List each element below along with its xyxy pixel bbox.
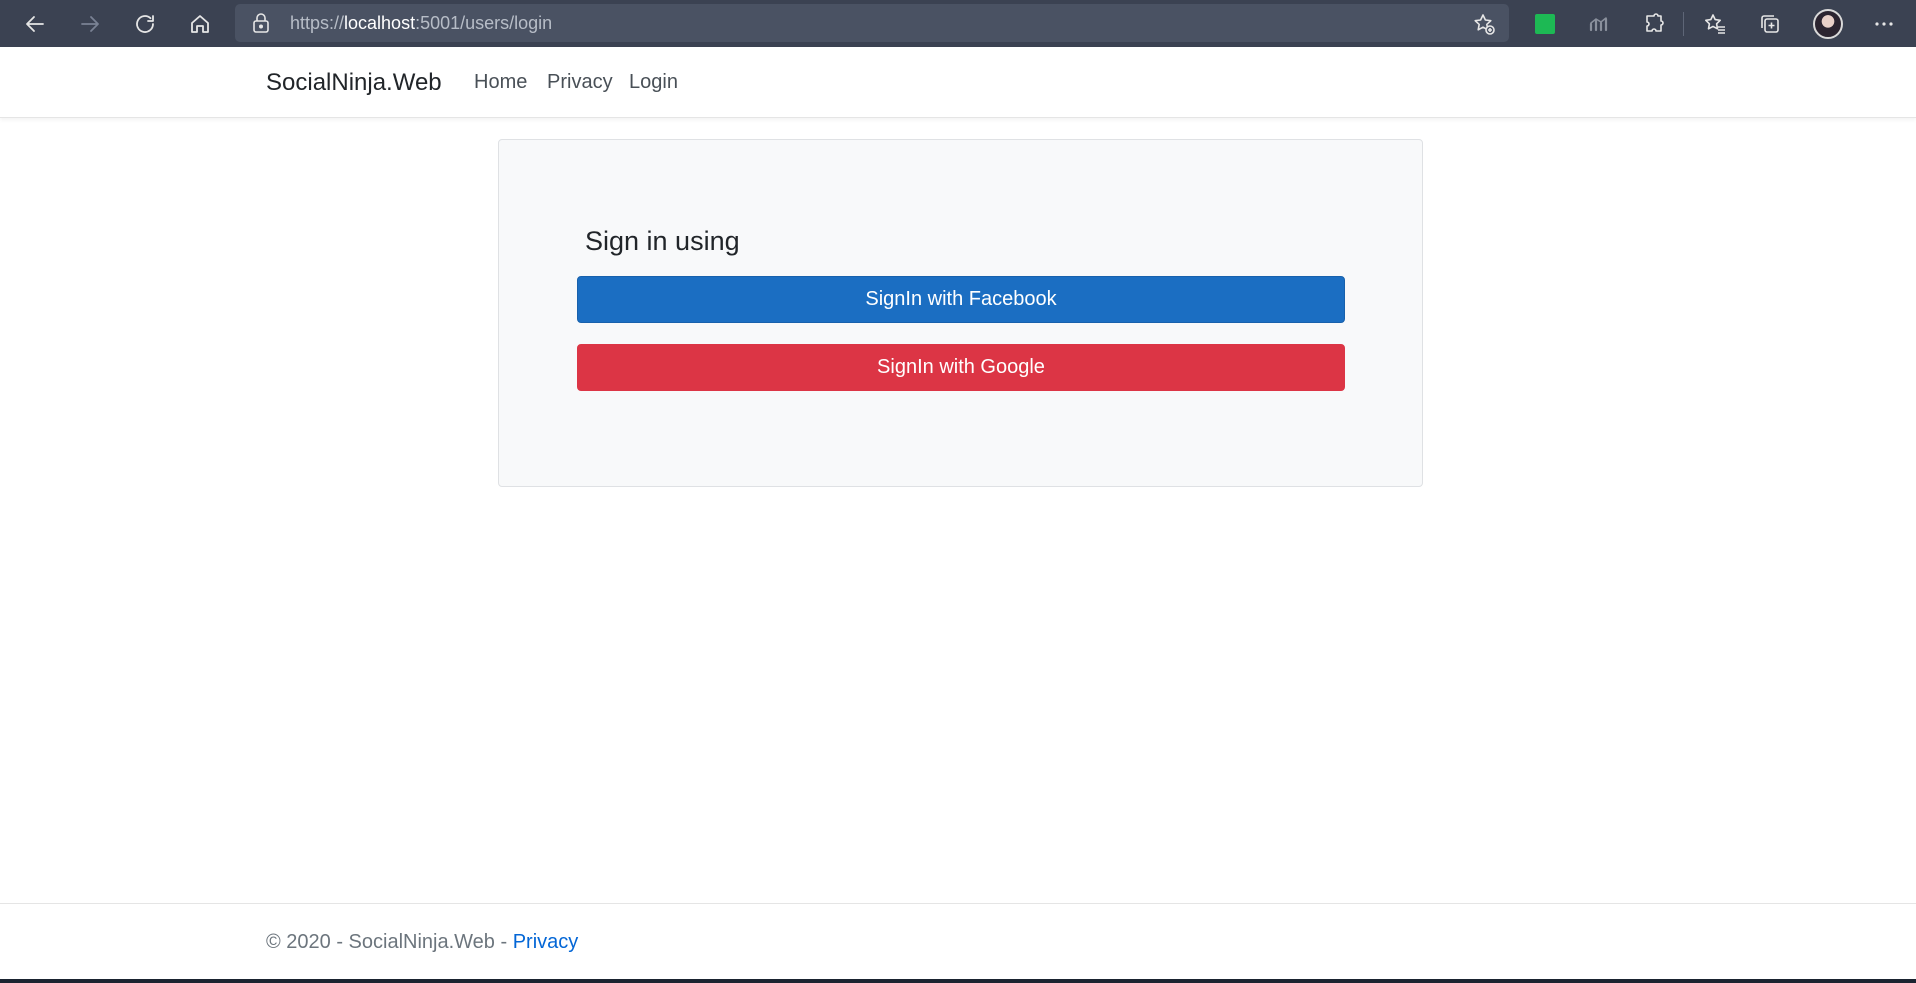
home-icon[interactable] — [182, 7, 218, 41]
url-text[interactable]: https://localhost:5001/users/login — [290, 4, 552, 42]
collections-icon[interactable] — [1754, 8, 1786, 40]
taskbar-edge — [0, 979, 1916, 983]
chart-extension-icon[interactable] — [1583, 8, 1615, 40]
puzzle-icon[interactable] — [1638, 8, 1670, 40]
footer-text: © 2020 - SocialNinja.Web - Privacy — [266, 904, 578, 980]
more-icon[interactable] — [1868, 8, 1900, 40]
green-extension-icon[interactable] — [1529, 8, 1561, 40]
back-arrow-icon[interactable] — [17, 7, 53, 41]
site-brand[interactable]: SocialNinja.Web — [266, 47, 442, 118]
toolbar-divider — [1683, 12, 1684, 36]
add-favorite-icon[interactable] — [1472, 12, 1496, 36]
google-signin-button[interactable]: SignIn with Google — [577, 344, 1345, 391]
forward-arrow-icon[interactable] — [72, 7, 108, 41]
address-bar[interactable]: https://localhost:5001/users/login — [235, 4, 1509, 42]
refresh-icon[interactable] — [127, 7, 163, 41]
browser-toolbar: https://localhost:5001/users/login — [0, 0, 1916, 47]
site-navbar: SocialNinja.Web Home Privacy Login — [0, 47, 1916, 118]
url-host: localhost — [344, 13, 416, 33]
login-card: Sign in using SignIn with Facebook SignI… — [498, 139, 1423, 487]
nav-link-login[interactable]: Login — [629, 47, 678, 118]
nav-link-privacy[interactable]: Privacy — [547, 47, 613, 118]
lock-icon[interactable] — [252, 13, 270, 33]
site-footer: © 2020 - SocialNinja.Web - Privacy — [0, 903, 1916, 979]
profile-avatar[interactable] — [1812, 8, 1844, 40]
url-scheme: https:// — [290, 13, 345, 33]
nav-link-home[interactable]: Home — [474, 47, 527, 118]
favorites-icon[interactable] — [1699, 8, 1731, 40]
url-path: :5001/users/login — [415, 13, 553, 33]
login-card-title: Sign in using — [585, 226, 740, 256]
footer-copyright: © 2020 - SocialNinja.Web - — [266, 931, 513, 953]
footer-privacy-link[interactable]: Privacy — [513, 931, 579, 953]
facebook-signin-button[interactable]: SignIn with Facebook — [577, 276, 1345, 323]
